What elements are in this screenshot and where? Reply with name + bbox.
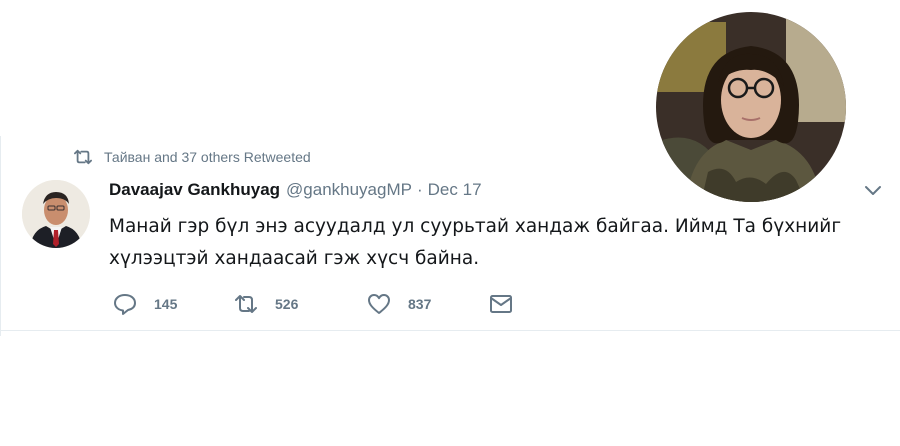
avatar[interactable]	[22, 180, 90, 248]
like-button[interactable]: 837	[366, 291, 488, 317]
reply-icon	[114, 294, 136, 315]
retweet-context-text[interactable]: Тайван and 37 others Retweeted	[104, 149, 311, 165]
reply-button[interactable]: 145	[112, 291, 233, 317]
like-count: 837	[408, 296, 432, 312]
retweet-button[interactable]: 526	[233, 291, 366, 317]
tweet-actions: 145 526 837	[112, 290, 514, 318]
retweet-context: Тайван and 37 others Retweeted	[72, 148, 311, 166]
tweet-text: Манай гэр бүл энэ асуудалд ул суурьтай х…	[109, 211, 869, 275]
envelope-icon	[490, 295, 512, 313]
tweet-date[interactable]: Dec 17	[428, 180, 482, 200]
chevron-down-icon[interactable]	[862, 183, 884, 199]
retweet-count: 526	[275, 296, 299, 312]
tweet-text-line: хүлээцтэй хандаасай гэж хүсч байна.	[109, 248, 480, 269]
retweet-icon	[235, 295, 257, 313]
tweet-header: Davaajav Gankhuyag @gankhuyagMP · Dec 17	[109, 180, 482, 204]
separator: ·	[416, 180, 423, 199]
tweet-text-line: Манай гэр бүл энэ асуудалд ул суурьтай х…	[109, 216, 842, 237]
author-handle[interactable]: @gankhuyagMP	[286, 180, 412, 200]
webcam-overlay-image	[656, 12, 846, 202]
heart-icon	[368, 294, 390, 314]
divider	[0, 330, 900, 331]
author-name[interactable]: Davaajav Gankhuyag	[109, 180, 280, 200]
reply-count: 145	[154, 296, 178, 312]
retweet-icon	[74, 149, 93, 165]
direct-message-button[interactable]	[488, 291, 514, 317]
